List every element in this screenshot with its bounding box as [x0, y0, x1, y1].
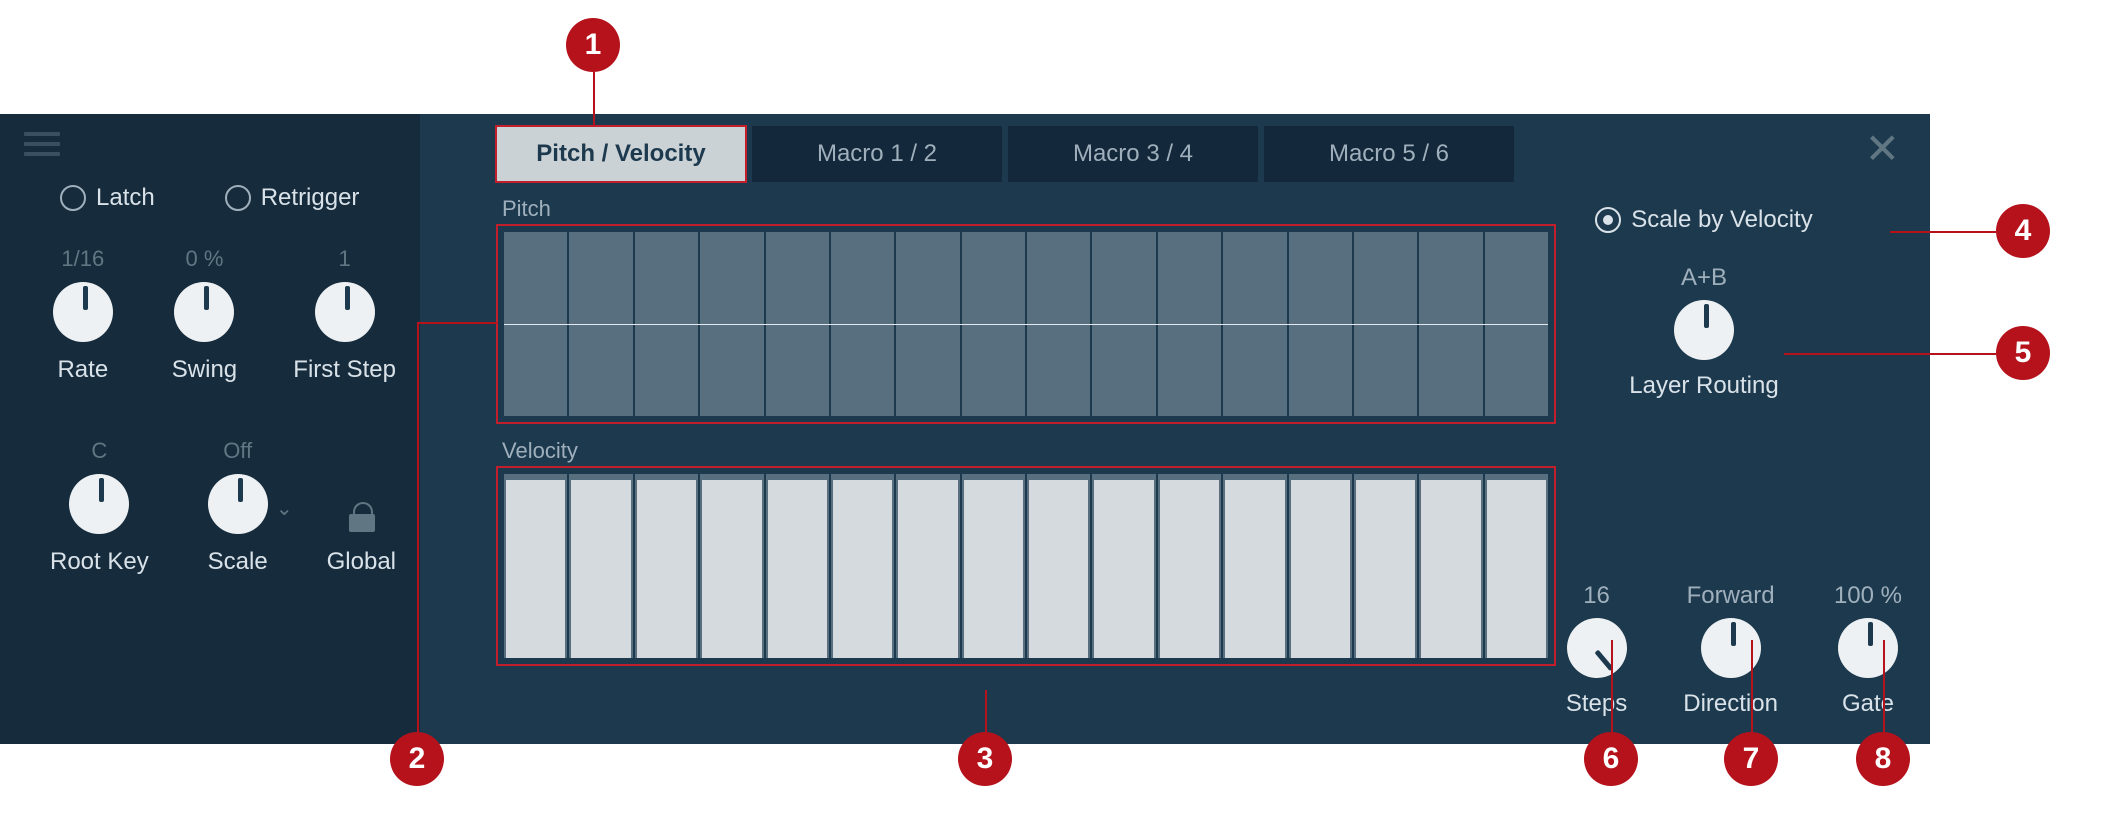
marker-7: 7	[1724, 732, 1778, 786]
marker-8: 8	[1856, 732, 1910, 786]
velocity-step[interactable]	[506, 480, 565, 658]
knob-dial[interactable]	[208, 474, 268, 534]
knob-dial[interactable]	[315, 282, 375, 342]
chevron-down-icon[interactable]: ⌄	[276, 496, 293, 521]
knob-dial[interactable]	[53, 282, 113, 342]
direction-value: Forward	[1687, 582, 1775, 610]
bottom-knob-row: 16 Steps Forward Direction 100 % Gate	[1566, 582, 1902, 718]
main-area: ✕ Pitch / Velocity Macro 1 / 2 Macro 3 /…	[420, 114, 1930, 744]
toggle-row: Latch Retrigger	[24, 184, 396, 212]
velocity-step[interactable]	[1487, 480, 1546, 658]
velocity-step[interactable]	[1029, 480, 1088, 658]
rate-label: Rate	[57, 356, 108, 384]
root-key-knob[interactable]: C Root Key	[50, 438, 149, 576]
scale-value: Off	[223, 438, 252, 464]
latch-label: Latch	[96, 184, 155, 212]
swing-value: 0 %	[186, 246, 224, 272]
scale-by-velocity-toggle[interactable]: Scale by Velocity	[1595, 206, 1812, 234]
knob-row-1: 1/16 Rate 0 % Swing 1 First Step	[24, 246, 396, 384]
first-step-knob[interactable]: 1 First Step	[293, 246, 396, 384]
radio-icon	[60, 185, 86, 211]
layer-routing-label: Layer Routing	[1629, 372, 1778, 400]
menu-icon[interactable]	[24, 132, 60, 156]
steps-label: Steps	[1566, 690, 1627, 718]
first-step-label: First Step	[293, 356, 396, 384]
velocity-label: Velocity	[502, 438, 1896, 464]
layer-routing-knob[interactable]: A+B Layer Routing	[1629, 264, 1778, 400]
radio-icon	[1595, 207, 1621, 233]
root-key-value: C	[91, 438, 107, 464]
tab-pitch-velocity[interactable]: Pitch / Velocity	[496, 126, 746, 182]
retrigger-toggle[interactable]: Retrigger	[225, 184, 360, 212]
direction-label: Direction	[1683, 690, 1778, 718]
rate-knob[interactable]: 1/16 Rate	[50, 246, 116, 384]
gate-value: 100 %	[1834, 582, 1902, 610]
global-control[interactable]: Global	[327, 466, 396, 576]
knob-dial[interactable]	[69, 474, 129, 534]
swing-knob[interactable]: 0 % Swing	[172, 246, 238, 384]
close-icon[interactable]: ✕	[1865, 128, 1900, 170]
lock-icon[interactable]	[347, 502, 375, 530]
marker-2: 2	[390, 732, 444, 786]
scale-label: Scale	[208, 548, 268, 576]
tab-macro-1-2[interactable]: Macro 1 / 2	[752, 126, 1002, 182]
knob-dial[interactable]	[174, 282, 234, 342]
radio-icon	[225, 185, 251, 211]
rate-value: 1/16	[61, 246, 104, 272]
velocity-step[interactable]	[702, 480, 761, 658]
steps-knob[interactable]: 16 Steps	[1566, 582, 1627, 718]
marker-1: 1	[566, 18, 620, 72]
marker-3: 3	[958, 732, 1012, 786]
velocity-step[interactable]	[898, 480, 957, 658]
right-column: Scale by Velocity A+B Layer Routing	[1524, 206, 1884, 400]
pitch-sequencer[interactable]	[496, 224, 1556, 424]
velocity-step[interactable]	[1421, 480, 1480, 658]
arpeggiator-panel: Latch Retrigger 1/16 Rate 0 % Swing 1 Fi…	[0, 114, 1930, 744]
marker-4: 4	[1996, 204, 2050, 258]
velocity-step[interactable]	[571, 480, 630, 658]
velocity-step[interactable]	[1160, 480, 1219, 658]
knob-row-2: C Root Key Off Scale ⌄ Global	[24, 438, 396, 576]
velocity-step[interactable]	[768, 480, 827, 658]
tab-macro-3-4[interactable]: Macro 3 / 4	[1008, 126, 1258, 182]
scale-by-velocity-label: Scale by Velocity	[1631, 206, 1812, 234]
first-step-value: 1	[339, 246, 351, 272]
knob-dial[interactable]	[1674, 300, 1734, 360]
knob-dial[interactable]	[1838, 618, 1898, 678]
retrigger-label: Retrigger	[261, 184, 360, 212]
velocity-step[interactable]	[1225, 480, 1284, 658]
gate-knob[interactable]: 100 % Gate	[1834, 582, 1902, 718]
marker-5: 5	[1996, 326, 2050, 380]
tab-row: Pitch / Velocity Macro 1 / 2 Macro 3 / 4…	[496, 126, 1896, 182]
steps-value: 16	[1583, 582, 1610, 610]
tab-macro-5-6[interactable]: Macro 5 / 6	[1264, 126, 1514, 182]
sidebar: Latch Retrigger 1/16 Rate 0 % Swing 1 Fi…	[0, 114, 420, 744]
layer-routing-value: A+B	[1681, 264, 1727, 292]
gate-label: Gate	[1842, 690, 1894, 718]
velocity-step[interactable]	[1356, 480, 1415, 658]
global-label: Global	[327, 548, 396, 576]
latch-toggle[interactable]: Latch	[60, 184, 155, 212]
velocity-step[interactable]	[637, 480, 696, 658]
marker-6: 6	[1584, 732, 1638, 786]
velocity-step[interactable]	[833, 480, 892, 658]
velocity-step[interactable]	[1291, 480, 1350, 658]
scale-knob[interactable]: Off Scale ⌄	[205, 438, 271, 576]
velocity-sequencer[interactable]	[496, 466, 1556, 666]
swing-label: Swing	[172, 356, 237, 384]
velocity-step[interactable]	[964, 480, 1023, 658]
knob-dial[interactable]	[1554, 606, 1639, 691]
root-key-label: Root Key	[50, 548, 149, 576]
velocity-step[interactable]	[1094, 480, 1153, 658]
direction-knob[interactable]: Forward Direction	[1683, 582, 1778, 718]
